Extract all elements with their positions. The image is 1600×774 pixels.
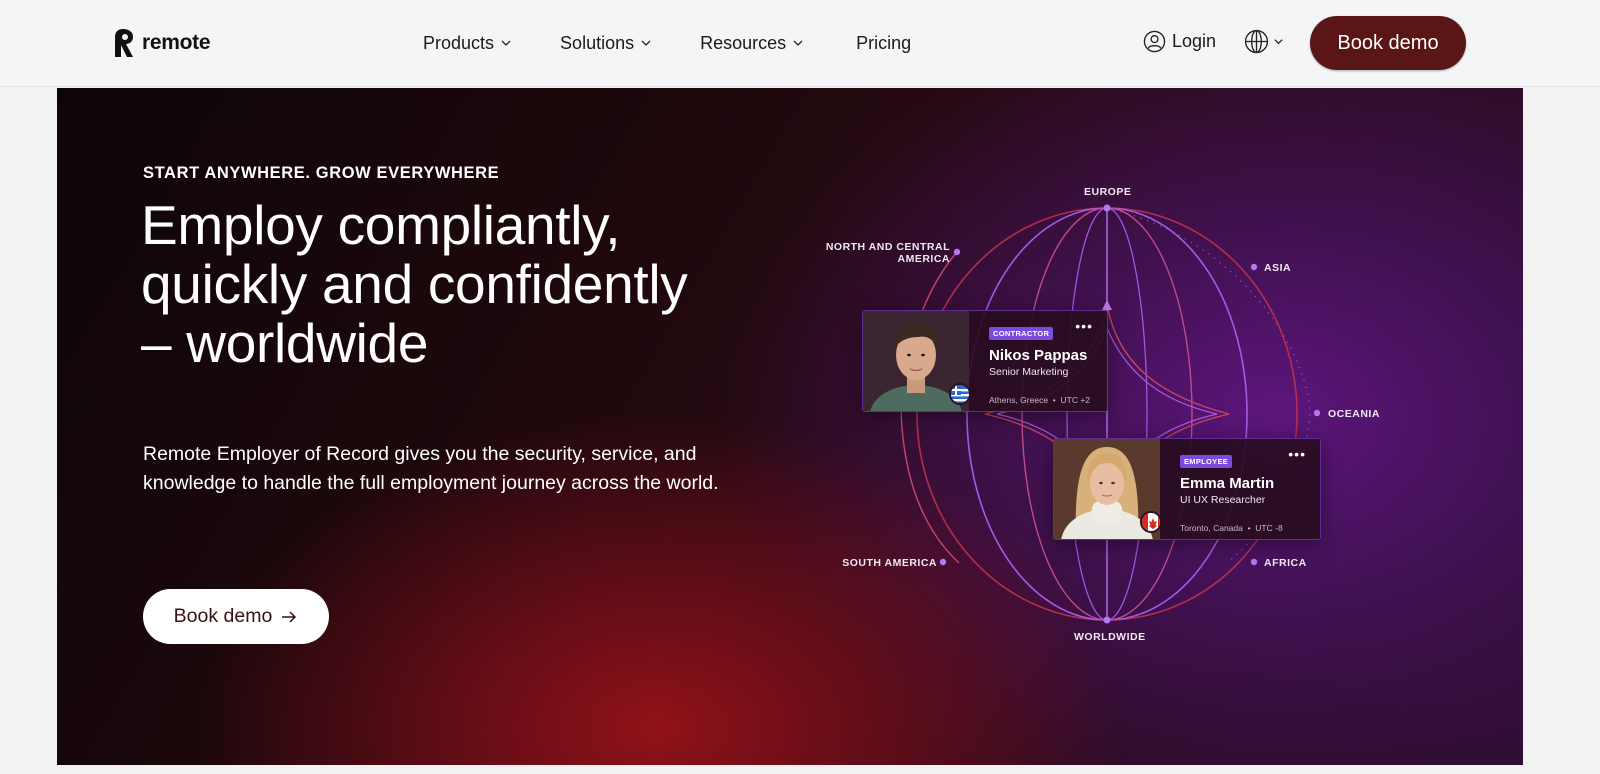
more-options-icon[interactable]: ••• — [1075, 319, 1093, 333]
nav-products[interactable]: Products — [423, 30, 512, 56]
arrow-right-icon — [282, 610, 297, 623]
avatar — [863, 311, 969, 411]
nav-products-label: Products — [423, 32, 495, 53]
hero-headline: Employ compliantly, quickly and confiden… — [141, 194, 688, 374]
profile-info: EMPLOYEE ••• Emma Martin UI UX Researche… — [1160, 439, 1320, 539]
greece-flag-icon — [949, 383, 969, 405]
logo[interactable]: remote — [112, 27, 211, 59]
chevron-down-icon — [793, 40, 803, 46]
avatar — [1054, 439, 1160, 539]
chevron-down-icon — [1274, 39, 1283, 45]
region-label-south-america: SOUTH AMERICA — [842, 557, 937, 569]
profile-name: Nikos Pappas — [989, 347, 1088, 364]
site-header: remote Products Solutions Resources Pric… — [0, 0, 1600, 87]
profile-city: Toronto, Canada — [1180, 523, 1243, 533]
profile-name: Emma Martin — [1180, 475, 1275, 492]
more-options-icon[interactable]: ••• — [1288, 447, 1306, 461]
page-bottom-strip — [0, 765, 1600, 774]
separator-dot: • — [1050, 395, 1061, 405]
profile-timezone: UTC -8 — [1255, 523, 1283, 533]
nav-solutions-label: Solutions — [560, 32, 635, 53]
hero-subtext: Remote Employer of Record gives you the … — [143, 443, 719, 494]
remote-logo-icon — [115, 29, 133, 57]
hero-eyebrow: START ANYWHERE. GROW EVERYWHERE — [143, 164, 500, 182]
chevron-down-icon — [501, 40, 511, 46]
separator-dot: • — [1245, 523, 1256, 533]
logo-text: remote — [142, 31, 211, 54]
profile-location: Toronto, Canada • UTC -8 — [1180, 523, 1320, 533]
profile-card-employee: EMPLOYEE ••• Emma Martin UI UX Researche… — [1053, 438, 1321, 540]
user-icon — [1143, 30, 1166, 53]
book-demo-header-button[interactable]: Book demo — [1310, 16, 1466, 70]
main-nav: Products Solutions Resources Pricing — [423, 30, 911, 56]
nav-solutions[interactable]: Solutions — [560, 30, 652, 56]
login-label: Login — [1172, 31, 1217, 51]
profile-info: CONTRACTOR ••• Nikos Pappas Senior Marke… — [969, 311, 1107, 411]
chevron-down-icon — [641, 40, 651, 46]
globe-icon — [1244, 29, 1269, 54]
nav-resources[interactable]: Resources — [700, 30, 804, 56]
role-badge: EMPLOYEE — [1180, 455, 1233, 468]
language-selector[interactable] — [1244, 29, 1284, 54]
book-demo-hero-label: Book demo — [173, 605, 273, 627]
region-label-europe: EUROPE — [1084, 186, 1132, 198]
profile-timezone: UTC +2 — [1060, 395, 1091, 405]
hero-section: EUROPE NORTH AND CENTRAL AMERICA ASIA OC… — [57, 88, 1523, 765]
book-demo-hero-button[interactable]: Book demo — [143, 589, 329, 644]
profile-city: Athens, Greece — [989, 395, 1049, 405]
role-badge: CONTRACTOR — [989, 327, 1054, 340]
region-label-worldwide: WORLDWIDE — [1074, 631, 1146, 643]
profile-role: UI UX Researcher — [1180, 494, 1266, 506]
login-link[interactable]: Login — [1143, 30, 1216, 53]
nav-resources-label: Resources — [700, 32, 787, 53]
nav-pricing-label: Pricing — [856, 32, 912, 53]
region-label-north-central-america: NORTH AND CENTRAL AMERICA — [825, 241, 950, 265]
region-label-africa: AFRICA — [1264, 557, 1307, 569]
profile-role: Senior Marketing — [989, 366, 1069, 378]
profile-location: Athens, Greece • UTC +2 — [989, 395, 1107, 405]
canada-flag-icon — [1140, 511, 1160, 533]
region-label-oceania: OCEANIA — [1328, 408, 1380, 420]
nav-pricing[interactable]: Pricing — [856, 30, 911, 56]
globe-graphic — [900, 204, 1321, 624]
profile-card-contractor: CONTRACTOR ••• Nikos Pappas Senior Marke… — [862, 310, 1108, 412]
region-label-asia: ASIA — [1264, 262, 1292, 274]
